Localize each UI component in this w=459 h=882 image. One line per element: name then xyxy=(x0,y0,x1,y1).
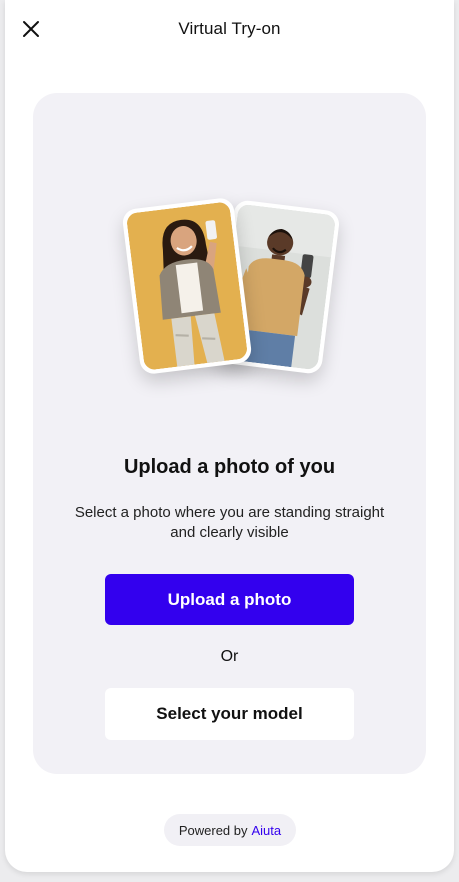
brand-name: Aiuta xyxy=(251,822,282,838)
upload-photo-button[interactable]: Upload a photo xyxy=(105,574,354,625)
powered-by-label: Powered by xyxy=(178,822,248,838)
select-model-button[interactable]: Select your model xyxy=(105,688,354,740)
header: Virtual Try-on xyxy=(5,0,454,58)
upload-card: Upload a photo of you Select a photo whe… xyxy=(33,93,426,774)
sample-photo-woman xyxy=(121,196,253,376)
upload-description: Select a photo where you are standing st… xyxy=(74,504,385,541)
sample-photos xyxy=(121,196,341,381)
upload-heading: Upload a photo of you xyxy=(123,456,336,478)
page-title: Virtual Try-on xyxy=(178,19,281,38)
powered-by-badge[interactable]: Powered by Aiuta xyxy=(164,814,296,846)
or-divider-label: Or xyxy=(220,648,239,665)
try-on-sheet: Virtual Try-on Upload a photo of you Sel… xyxy=(5,0,454,872)
